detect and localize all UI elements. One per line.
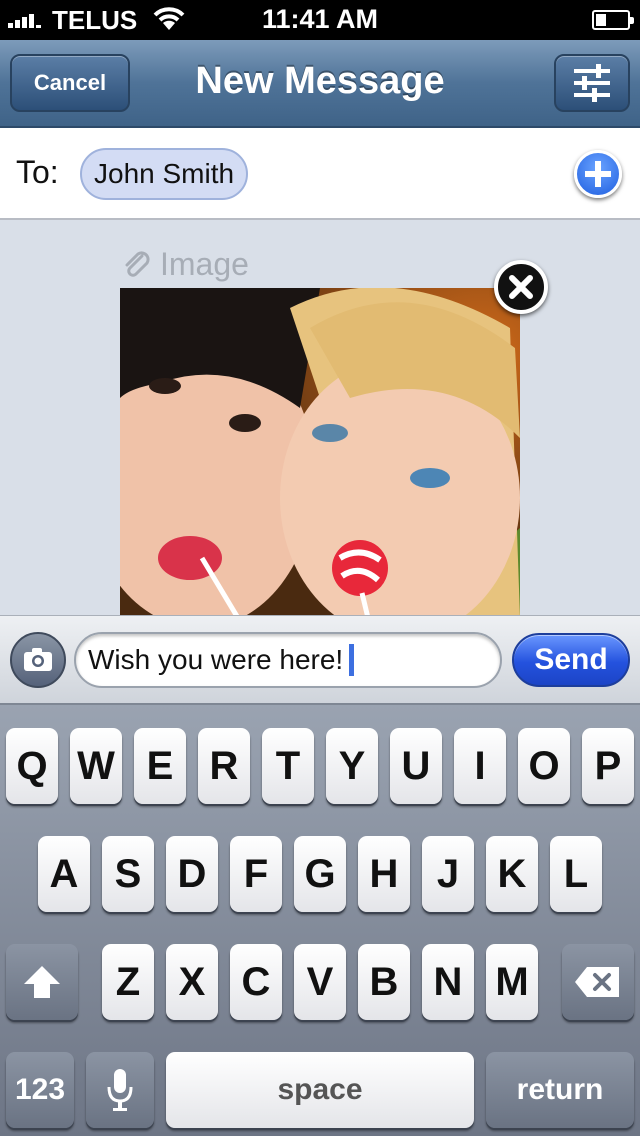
- recipients-row: To: John Smith: [0, 128, 640, 220]
- key-v[interactable]: V: [294, 944, 346, 1020]
- key-g[interactable]: G: [294, 836, 346, 912]
- key-i[interactable]: I: [454, 728, 506, 804]
- key-r[interactable]: R: [198, 728, 250, 804]
- key-k[interactable]: K: [486, 836, 538, 912]
- key-c[interactable]: C: [230, 944, 282, 1020]
- dictation-key[interactable]: [86, 1052, 154, 1128]
- sliders-icon: [574, 64, 610, 102]
- key-u[interactable]: U: [390, 728, 442, 804]
- shift-key[interactable]: [6, 944, 78, 1020]
- camera-button[interactable]: [10, 632, 66, 688]
- key-j[interactable]: J: [422, 836, 474, 912]
- space-key[interactable]: space: [166, 1052, 474, 1128]
- return-key[interactable]: return: [486, 1052, 634, 1128]
- delete-key[interactable]: [562, 944, 634, 1020]
- close-icon: [509, 275, 533, 299]
- backspace-icon: [575, 967, 619, 997]
- settings-button[interactable]: [554, 54, 630, 112]
- compose-bar: Wish you were here! Send: [0, 615, 640, 705]
- to-label: To:: [16, 154, 59, 190]
- key-h[interactable]: H: [358, 836, 410, 912]
- key-s[interactable]: S: [102, 836, 154, 912]
- text-cursor: [349, 644, 355, 676]
- status-time: 11:41 AM: [261, 4, 379, 34]
- microphone-icon: [107, 1069, 133, 1111]
- key-z[interactable]: Z: [102, 944, 154, 1020]
- page-title: New Message: [195, 60, 445, 102]
- camera-icon: [24, 648, 52, 671]
- key-m[interactable]: M: [486, 944, 538, 1020]
- key-w[interactable]: W: [70, 728, 122, 804]
- keyboard: 123 space return QWERTYUIOP ASDFGHJKL ZXCV…: [0, 705, 640, 1136]
- message-input[interactable]: Wish you were here!: [74, 632, 502, 688]
- remove-attachment-button[interactable]: [494, 260, 548, 314]
- numbers-key[interactable]: 123: [6, 1052, 74, 1128]
- battery-icon: [592, 10, 634, 30]
- key-e[interactable]: E: [134, 728, 186, 804]
- attachment-label-text: Image: [160, 246, 249, 282]
- add-recipient-button[interactable]: [574, 150, 622, 198]
- key-l[interactable]: L: [550, 836, 602, 912]
- key-q[interactable]: Q: [6, 728, 58, 804]
- plus-icon: [585, 161, 611, 187]
- key-t[interactable]: T: [262, 728, 314, 804]
- key-o[interactable]: O: [518, 728, 570, 804]
- photo-image: [120, 288, 520, 615]
- key-a[interactable]: A: [38, 836, 90, 912]
- paperclip-icon: [125, 250, 150, 277]
- key-d[interactable]: D: [166, 836, 218, 912]
- attached-photo[interactable]: [120, 288, 520, 615]
- shift-arrow-icon: [24, 966, 60, 998]
- key-b[interactable]: B: [358, 944, 410, 1020]
- send-button[interactable]: Send: [512, 633, 630, 687]
- navigation-bar: Cancel New Message: [0, 40, 640, 128]
- key-y[interactable]: Y: [326, 728, 378, 804]
- key-f[interactable]: F: [230, 836, 282, 912]
- key-n[interactable]: N: [422, 944, 474, 1020]
- key-x[interactable]: X: [166, 944, 218, 1020]
- recipient-chip[interactable]: John Smith: [80, 148, 249, 200]
- attachment-area: Image: [0, 220, 640, 615]
- key-p[interactable]: P: [582, 728, 634, 804]
- attachment-label: Image: [120, 246, 249, 283]
- status-bar: TELUS 11:41 AM: [0, 0, 640, 40]
- message-text: Wish you were here!: [88, 644, 344, 675]
